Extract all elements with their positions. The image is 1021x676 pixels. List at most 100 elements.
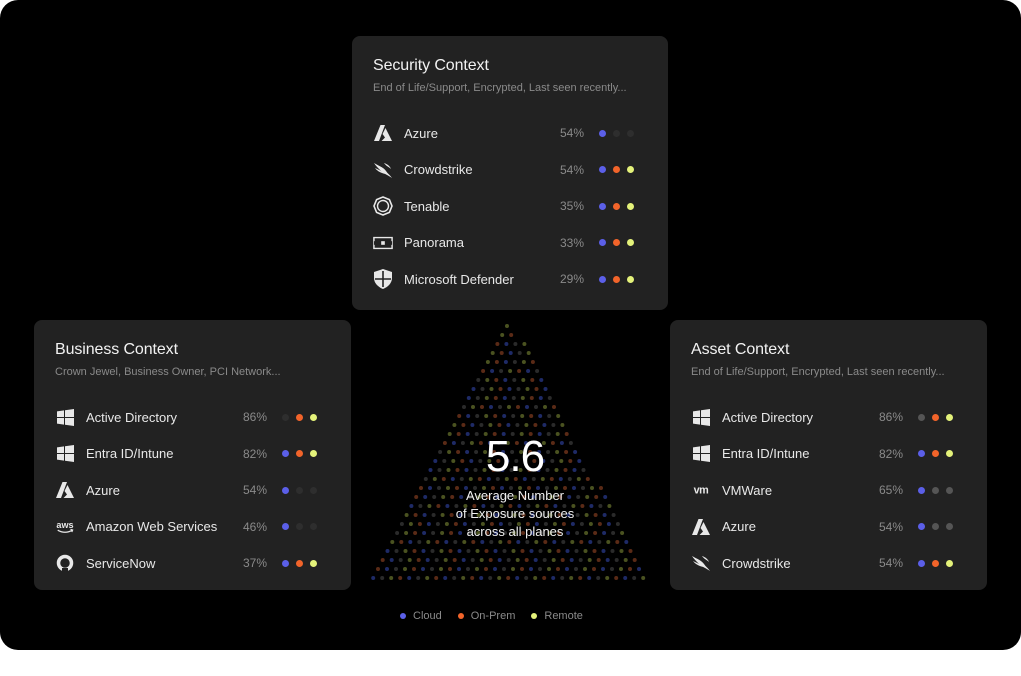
triangle-dot: [583, 549, 588, 553]
triangle-dot: [547, 549, 552, 553]
triangle-dot: [421, 567, 425, 571]
legend: Cloud On-Prem Remote: [400, 610, 583, 622]
crowdstrike-icon: [373, 160, 393, 180]
triangle-dot: [490, 351, 495, 355]
legend-item-cloud: Cloud: [400, 610, 442, 622]
plane-indicators: [599, 239, 647, 247]
source-row: Entra ID/Intune 82%: [55, 436, 330, 473]
source-percentage: 54%: [559, 162, 584, 177]
triangle-dot: [515, 576, 520, 580]
plane-indicators: [599, 202, 647, 210]
triangle-dot: [471, 387, 476, 391]
source-percentage: 86%: [242, 410, 267, 425]
aws-icon: aws: [55, 517, 75, 537]
plane-indicators: [599, 129, 647, 137]
triangle-dot: [515, 423, 520, 427]
svg-text:vm: vm: [694, 485, 709, 497]
cloud-indicator: [599, 166, 606, 174]
triangle-dot: [538, 414, 543, 418]
triangle-dot: [416, 576, 421, 580]
triangle-dot: [443, 558, 448, 562]
triangle-dot: [407, 558, 412, 562]
triangle-dot: [542, 576, 547, 580]
triangle-dot: [556, 567, 560, 571]
svg-text:aws: aws: [56, 520, 73, 530]
source-percentage: 54%: [242, 483, 267, 498]
remote-indicator: [310, 559, 317, 567]
on-prem-indicator: [296, 450, 303, 458]
azure-icon: [373, 123, 393, 143]
source-name: Panorama: [404, 235, 464, 251]
triangle-dot: [425, 558, 430, 562]
plane-indicators: [918, 559, 966, 567]
triangle-dot: [543, 405, 547, 409]
triangle-dot: [543, 387, 548, 391]
triangle-dot: [390, 540, 395, 544]
remote-indicator: [310, 450, 317, 458]
triangle-dot: [500, 333, 505, 337]
triangle-dot: [430, 567, 434, 571]
source-percentage: 35%: [559, 199, 584, 214]
triangle-dot: [578, 576, 583, 580]
triangle-dot: [497, 558, 502, 562]
azure-icon: [691, 517, 711, 537]
triangle-dot: [601, 549, 606, 553]
source-row: Tenable 35%: [373, 188, 647, 225]
triangle-dot: [466, 414, 471, 418]
triangle-dot: [462, 405, 466, 409]
triangle-dot: [637, 567, 641, 571]
triangle-dot: [596, 558, 601, 562]
triangle-dot: [508, 351, 513, 355]
triangle-dot: [493, 567, 497, 571]
triangle-dot: [529, 549, 534, 553]
triangle-dot: [560, 576, 565, 580]
on-prem-indicator: [613, 275, 620, 283]
triangle-dot: [529, 567, 533, 571]
triangle-dot: [565, 567, 569, 571]
triangle-dot: [466, 567, 470, 571]
triangle-dot: [517, 369, 522, 373]
source-name: Tenable: [404, 198, 450, 214]
triangle-dot: [614, 576, 619, 580]
triangle-dot: [452, 558, 457, 562]
triangle-dot: [623, 558, 628, 562]
triangle-dot: [503, 378, 508, 382]
on-prem-indicator: [932, 413, 939, 421]
triangle-dot: [530, 360, 535, 364]
triangle-dot: [521, 378, 526, 382]
triangle-dot: [443, 576, 448, 580]
triangle-dot: [530, 378, 535, 382]
source-percentage: 86%: [878, 410, 903, 425]
remote-indicator: [310, 413, 317, 421]
triangle-dot: [394, 549, 399, 553]
triangle-dot: [605, 558, 610, 562]
triangle-dot: [574, 549, 579, 553]
triangle-dot: [628, 567, 632, 571]
source-list: Active Directory 86% Entra ID/Intune 82% vm V…: [691, 399, 966, 582]
triangle-dot: [538, 396, 543, 400]
triangle-dot: [493, 414, 498, 418]
plane-indicators: [282, 559, 330, 567]
on-prem-indicator: [296, 523, 303, 531]
triangle-dot: [470, 423, 475, 427]
label-line: Average Number: [465, 488, 565, 503]
plane-indicators: [918, 413, 966, 421]
triangle-dot: [512, 360, 517, 364]
windows-icon: [691, 444, 711, 464]
on-prem-indicator: [613, 202, 620, 210]
triangle-dot: [512, 378, 517, 382]
cloud-indicator: [918, 413, 925, 421]
triangle-dot: [425, 576, 430, 580]
source-name: ServiceNow: [86, 555, 156, 571]
triangle-dot: [547, 396, 552, 400]
triangle-dot: [434, 576, 439, 580]
cloud-indicator: [282, 559, 289, 567]
remote-indicator: [946, 486, 953, 494]
triangle-dot: [524, 558, 529, 562]
source-row: Active Directory 86%: [55, 399, 330, 436]
triangle-dot: [601, 567, 605, 571]
plane-indicators: [599, 166, 647, 174]
triangle-dot: [480, 387, 485, 391]
remote-indicator: [627, 239, 634, 247]
label-line: of Exposure sources: [455, 506, 575, 521]
